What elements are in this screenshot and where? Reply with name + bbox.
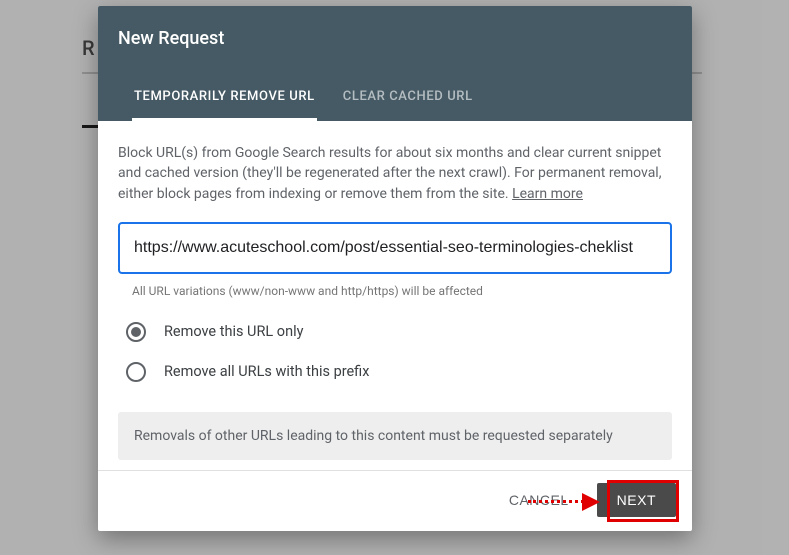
dialog-body: Block URL(s) from Google Search results … [98,121,692,470]
dialog-footer: CANCEL NEXT [98,470,692,531]
url-input[interactable] [118,222,672,274]
url-helper-text: All URL variations (www/non-www and http… [132,284,672,298]
radio-icon [126,362,146,382]
dialog-title: New Request [118,28,672,49]
note-box: Removals of other URLs leading to this c… [118,412,672,460]
dialog-header: New Request TEMPORARILY REMOVE URL CLEAR… [98,6,692,121]
dialog-tabs: TEMPORARILY REMOVE URL CLEAR CACHED URL [118,77,672,121]
radio-label: Remove this URL only [164,323,303,340]
option-remove-this-url-only[interactable]: Remove this URL only [118,312,672,352]
radio-label: Remove all URLs with this prefix [164,363,369,380]
learn-more-link[interactable]: Learn more [512,186,583,202]
option-remove-all-with-prefix[interactable]: Remove all URLs with this prefix [118,352,672,392]
radio-icon [126,322,146,342]
tab-temporarily-remove-url[interactable]: TEMPORARILY REMOVE URL [132,77,317,121]
new-request-dialog: New Request TEMPORARILY REMOVE URL CLEAR… [98,6,692,531]
dialog-description: Block URL(s) from Google Search results … [118,143,672,204]
tab-clear-cached-url[interactable]: CLEAR CACHED URL [341,77,475,121]
cancel-button[interactable]: CANCEL [489,483,589,517]
next-button[interactable]: NEXT [597,483,676,517]
